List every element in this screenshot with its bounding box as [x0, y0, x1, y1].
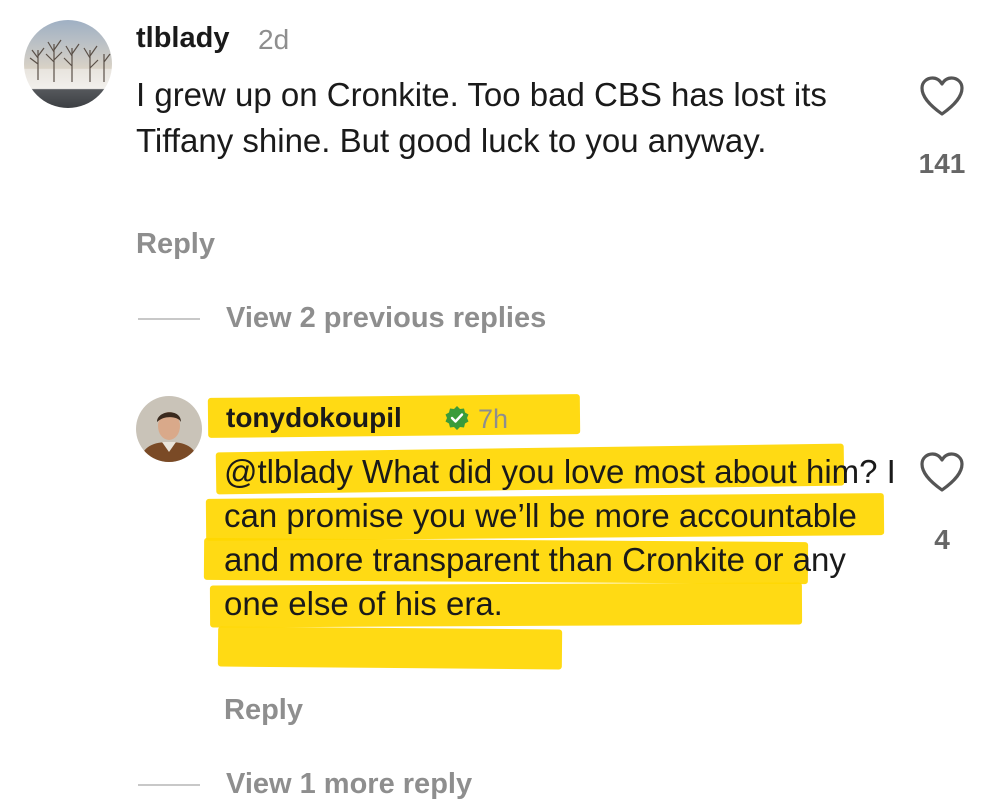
comment-text: @tlblady What did you love most about hi… — [224, 450, 904, 626]
comment-timestamp: 7h — [478, 404, 509, 434]
like-button[interactable] — [918, 450, 966, 494]
heart-outline-icon — [920, 452, 964, 492]
divider-line — [138, 318, 200, 320]
comment-username[interactable]: tlblady — [136, 22, 229, 55]
highlight-mark — [217, 626, 563, 670]
comment-timestamp: 2d — [258, 24, 290, 55]
divider-line — [138, 784, 200, 786]
reply-button[interactable]: Reply — [224, 694, 303, 727]
verified-badge-icon — [444, 405, 470, 431]
comment-username[interactable]: tonydokoupil — [226, 402, 402, 434]
view-previous-replies-button[interactable]: View 2 previous replies — [226, 302, 546, 335]
like-count: 141 — [918, 148, 966, 179]
heart-outline-icon — [920, 76, 964, 116]
like-count: 4 — [934, 524, 950, 555]
like-button[interactable] — [918, 74, 966, 118]
comment-text: I grew up on Cronkite. Too bad CBS has l… — [136, 76, 827, 159]
view-more-replies-button[interactable]: View 1 more reply — [226, 768, 472, 801]
avatar-tlblady[interactable] — [24, 20, 112, 108]
mention-link[interactable]: @tlblady — [224, 453, 353, 490]
avatar-tonydokoupil[interactable] — [136, 396, 202, 462]
reply-button[interactable]: Reply — [136, 228, 215, 261]
